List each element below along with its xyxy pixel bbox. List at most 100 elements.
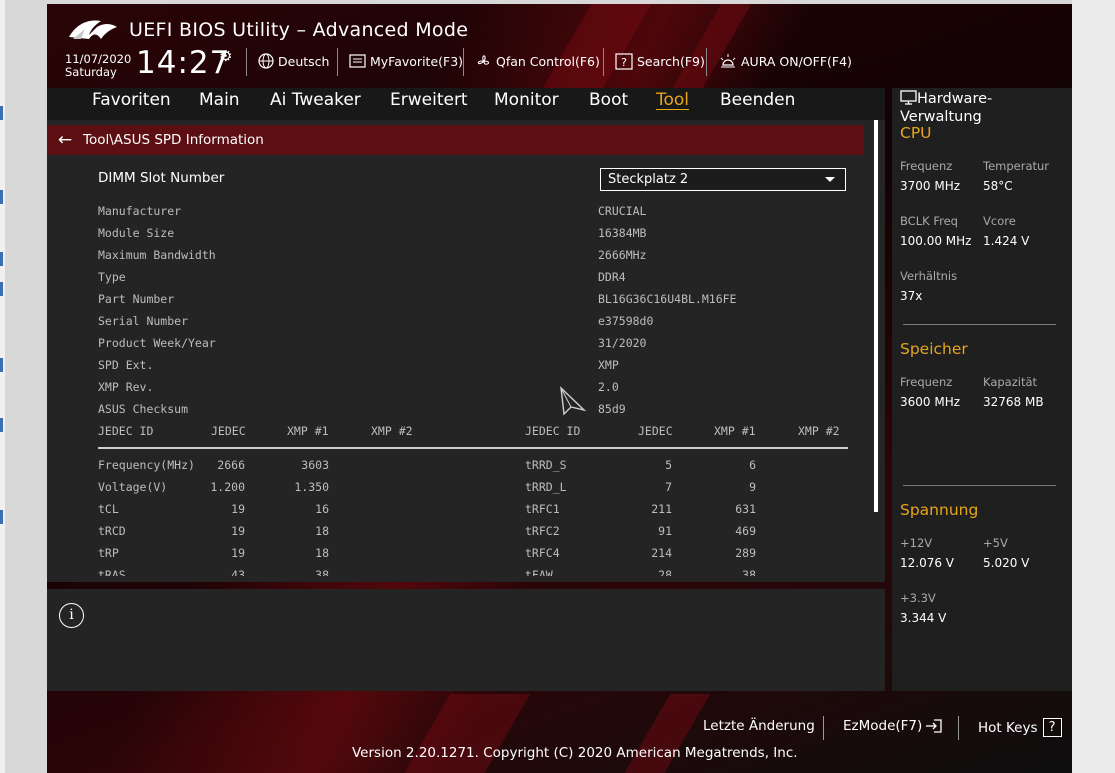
- timing-xmp1: 6: [749, 458, 756, 472]
- timing-jedec: 211: [651, 502, 672, 516]
- spd-info-label: SPD Ext.: [98, 358, 154, 372]
- help-icon: ?: [1042, 718, 1062, 737]
- qfan-label: Qfan Control(F6): [496, 53, 600, 69]
- spd-info-label: Manufacturer: [98, 204, 182, 218]
- last-change-button[interactable]: Letzte Änderung: [703, 718, 815, 734]
- breadcrumb[interactable]: ← Tool\ASUS SPD Information: [47, 125, 864, 155]
- timing-name: tRFC2: [525, 524, 560, 538]
- mouse-cursor-icon: [560, 386, 587, 416]
- clock[interactable]: 14:27: [136, 45, 230, 81]
- timing-jedec: 7: [665, 480, 672, 494]
- memory-capacity-value: 32768 MB: [983, 395, 1044, 409]
- vcore-value: 1.424 V: [983, 234, 1030, 248]
- timing-xmp1: 16: [315, 502, 329, 516]
- table-header: JEDEC: [638, 424, 673, 438]
- timing-xmp1: 469: [735, 524, 756, 538]
- rog-logo-icon: [69, 20, 117, 39]
- aura-button[interactable]: AURA ON/OFF(F4): [719, 51, 852, 71]
- v5-value: 5.020 V: [983, 556, 1030, 570]
- gutter-mark: [0, 252, 3, 266]
- spd-info-label: Part Number: [98, 292, 175, 306]
- spd-info-value: 2666MHz: [598, 248, 647, 262]
- timing-name: Frequency(MHz): [98, 458, 195, 472]
- cpu-temperature-label: Temperatur: [983, 159, 1050, 173]
- tab-boot[interactable]: Boot: [589, 90, 628, 110]
- window-edge: [1072, 0, 1115, 773]
- day-text: Saturday: [65, 65, 117, 79]
- table-header: XMP #1: [714, 424, 756, 438]
- bclk-value: 100.00 MHz: [900, 234, 972, 248]
- tab-tool[interactable]: Tool: [656, 90, 689, 110]
- timing-xmp1: 289: [735, 546, 756, 560]
- spd-info-label: Module Size: [98, 226, 175, 240]
- monitor-icon: [900, 90, 917, 105]
- search-button[interactable]: ? Search(F9): [615, 51, 705, 71]
- tab-favoriten[interactable]: Favoriten: [92, 90, 171, 110]
- gear-icon[interactable]: ⚙: [219, 47, 232, 65]
- timing-table-viewport[interactable]: Frequency(MHz) 2666 3603 Voltage(V) 1.200 1.3…: [47, 452, 885, 576]
- timing-name: Voltage(V): [98, 480, 168, 494]
- cpu-heading: CPU: [900, 124, 932, 142]
- fan-icon: [477, 54, 490, 65]
- aura-icon: [720, 53, 736, 67]
- hotkeys-button[interactable]: Hot Keys ?: [978, 718, 1062, 737]
- ezmode-label: EzMode(F7): [843, 718, 923, 734]
- ratio-value: 37x: [900, 289, 923, 303]
- table-header: XMP #2: [798, 424, 840, 438]
- gutter-mark: [0, 358, 3, 372]
- back-arrow-icon[interactable]: ←: [47, 130, 83, 150]
- tab-ai-tweaker[interactable]: Ai Tweaker: [270, 90, 361, 110]
- tab-beenden[interactable]: Beenden: [720, 90, 795, 110]
- v33-value: 3.344 V: [900, 611, 947, 625]
- myfavorite-button[interactable]: MyFavorite(F3): [349, 51, 463, 71]
- app-title: UEFI BIOS Utility – Advanced Mode: [129, 19, 469, 41]
- copyright-text: Version 2.20.1271. Copyright (C) 2020 Am…: [352, 745, 798, 761]
- spd-info-value: XMP: [598, 358, 619, 372]
- search-label: Search(F9): [637, 53, 705, 69]
- gutter-mark: [0, 106, 3, 120]
- tab-main[interactable]: Main: [199, 90, 240, 110]
- v12-value: 12.076 V: [900, 556, 955, 570]
- spd-info-label: ASUS Checksum: [98, 402, 189, 416]
- timing-xmp1: 631: [735, 502, 756, 516]
- footer-separator: [958, 716, 959, 740]
- timing-name: tRFC1: [525, 502, 560, 516]
- cpu-frequency-label: Frequenz: [900, 159, 953, 173]
- hardware-monitor-title: Hardware-Verwaltung: [900, 90, 1070, 126]
- spd-info-value: BL16G36C16U4BL.M16FE: [598, 292, 737, 306]
- timing-xmp1: 38: [742, 568, 756, 576]
- info-panel: [47, 589, 885, 691]
- tab-monitor[interactable]: Monitor: [494, 90, 559, 110]
- timing-jedec: 5: [665, 458, 672, 472]
- cpu-temperature-value: 58°C: [983, 179, 1013, 193]
- title-bar: UEFI BIOS Utility – Advanced Mode: [67, 14, 468, 46]
- myfavorite-icon: [349, 54, 366, 68]
- tab-erweitert[interactable]: Erweitert: [390, 90, 468, 110]
- v12-label: +12V: [900, 536, 933, 550]
- timing-xmp1: 38: [315, 568, 329, 576]
- timing-jedec: 1.200: [210, 480, 245, 494]
- v5-label: +5V: [983, 536, 1008, 550]
- table-header: JEDEC: [211, 424, 246, 438]
- hw-divider: [903, 485, 1056, 486]
- dimm-slot-value: Steckplatz 2: [608, 172, 689, 187]
- timing-xmp1: 1.350: [294, 480, 329, 494]
- gutter-mark: [0, 282, 3, 296]
- spd-info-value: 31/2020: [598, 336, 647, 350]
- spd-info-value: e37598d0: [598, 314, 654, 328]
- timing-name: tFAW: [525, 568, 553, 576]
- spd-info-label: Type: [98, 270, 126, 284]
- language-button[interactable]: Deutsch: [258, 51, 329, 71]
- timing-jedec: 91: [658, 524, 672, 538]
- spd-info-value: CRUCIAL: [598, 204, 647, 218]
- gutter-mark: [0, 418, 3, 432]
- gutter-mark: [0, 510, 3, 524]
- spd-info-value: 2.0: [598, 380, 619, 394]
- qfan-button[interactable]: Qfan Control(F6): [475, 51, 600, 71]
- dimm-slot-select[interactable]: Steckplatz 2: [600, 168, 846, 191]
- language-label: Deutsch: [278, 53, 330, 69]
- timing-xmp1: 9: [749, 480, 756, 494]
- timing-name: tRAS: [98, 568, 126, 576]
- timing-jedec: 2666: [217, 458, 245, 472]
- ezmode-button[interactable]: EzMode(F7): [843, 718, 943, 734]
